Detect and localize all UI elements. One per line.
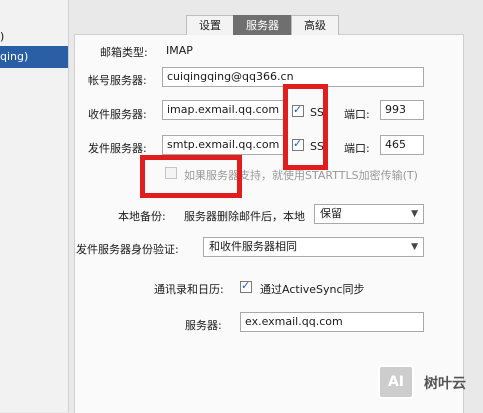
outgoing-port-input[interactable]: 465 [380, 135, 424, 155]
annotation-box-ssl [283, 84, 328, 170]
incoming-port-label: 端口: [344, 108, 370, 121]
local-backup-desc: 服务器删除邮件后，本地 [184, 210, 305, 223]
watermark: AI 树叶云 [378, 365, 478, 401]
incoming-server-input[interactable]: imap.exmail.qq.com [162, 100, 284, 120]
outgoing-server-label: 发件服务器: [88, 142, 147, 155]
account-list-item-selected[interactable]: qing) [0, 46, 68, 68]
incoming-port-input[interactable]: 993 [380, 100, 424, 120]
tab-bar: 设置 服务器 高级 [186, 15, 339, 35]
chevron-down-icon: ▼ [411, 242, 418, 252]
mailbox-type-label: 邮箱类型: [100, 46, 148, 59]
contacts-calendar-label: 通讯录和日历: [154, 283, 224, 296]
activesync-label: 通过ActiveSync同步 [260, 283, 365, 296]
watermark-logo: AI [378, 365, 414, 399]
smtp-auth-select[interactable]: 和收件服务器相同 ▼ [203, 237, 424, 257]
activesync-checkbox[interactable] [240, 279, 252, 293]
local-backup-value: 保留 [320, 207, 342, 220]
activesync-server-input[interactable]: ex.exmail.qq.com [240, 312, 424, 332]
tab-advanced[interactable]: 高级 [291, 15, 339, 35]
watermark-text: 树叶云 [424, 376, 466, 392]
local-backup-select[interactable]: 保留 ▼ [314, 204, 424, 224]
mailbox-type-value: IMAP [166, 44, 193, 57]
account-server-label: 帐号服务器: [88, 74, 147, 87]
account-list-item-label: qing) [0, 50, 29, 63]
tab-settings[interactable]: 设置 [186, 15, 234, 35]
account-list-item[interactable]: ) [0, 30, 4, 43]
smtp-auth-label: 发件服务器身份验证: [76, 243, 179, 256]
incoming-server-label: 收件服务器: [88, 108, 147, 121]
annotation-box-starttls [140, 155, 242, 198]
local-backup-label: 本地备份: [118, 210, 166, 223]
outgoing-server-input[interactable]: smtp.exmail.qq.com [162, 135, 284, 155]
tab-server[interactable]: 服务器 [233, 15, 292, 35]
smtp-auth-value: 和收件服务器相同 [209, 240, 297, 253]
outgoing-port-label: 端口: [344, 142, 370, 155]
account-list: ) qing) [0, 0, 69, 412]
activesync-server-label: 服务器: [185, 319, 222, 332]
chevron-down-icon: ▼ [411, 209, 418, 219]
